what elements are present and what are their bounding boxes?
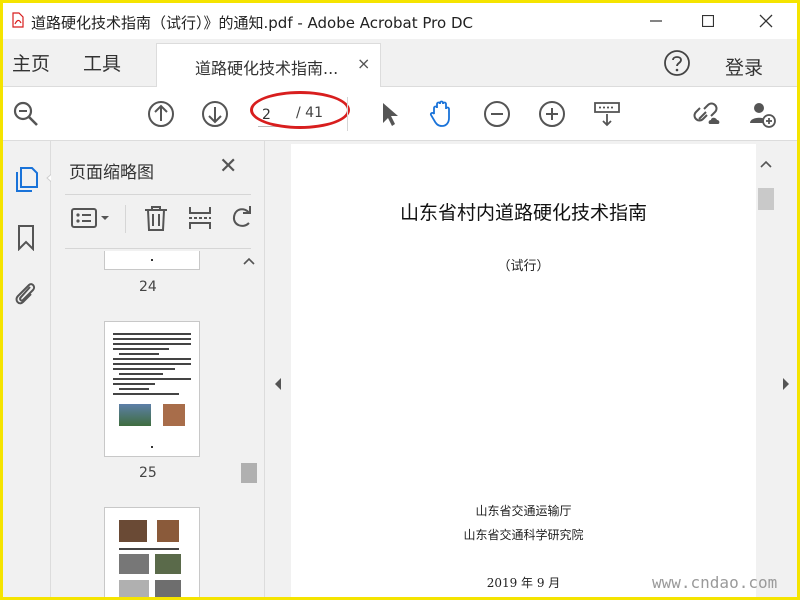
trash-icon[interactable] [141,203,171,233]
collapse-left-icon[interactable] [273,377,283,391]
help-icon[interactable] [663,49,691,77]
search-icon[interactable] [11,99,41,129]
close-window-button[interactable] [743,3,789,39]
maximize-button[interactable] [685,3,731,39]
document-tab-close-icon[interactable]: × [357,54,370,73]
collapse-right-icon[interactable] [781,377,791,391]
thumbnail-page-25[interactable] [104,321,200,457]
rotate-icon[interactable] [227,203,257,233]
watermark-text: www.cndao.com [652,573,778,592]
maximize-icon [702,15,714,27]
document-scrollbar[interactable] [756,144,776,597]
minimize-button[interactable] [633,3,679,39]
toolbar-divider [347,97,348,131]
toolbar: / 41 [3,87,797,141]
zoom-out-icon[interactable] [482,99,512,129]
tool-divider [125,205,126,233]
menu-home[interactable]: 主页 [12,49,50,76]
thumbnail-label-24: 24 [139,279,157,295]
keyboard-fit-icon[interactable] [592,99,622,129]
pdf-page: 山东省村内道路硬化技术指南 （试行） 山东省交通运输厅 山东省交通科学研究院 2… [291,144,756,597]
acrobat-icon [12,12,24,28]
select-pointer-icon[interactable] [374,99,404,129]
thumbnail-page-24[interactable] [104,251,200,270]
document-tab[interactable]: 道路硬化技术指南... × [156,43,381,87]
document-viewer: 山东省村内道路硬化技术指南 （试行） 山东省交通运输厅 山东省交通科学研究院 2… [265,141,797,597]
document-tab-label: 道路硬化技术指南... [195,59,339,78]
title-bar: 道路硬化技术指南（试行）》的通知.pdf - Adobe Acrobat Pro… [3,3,797,39]
thumbnail-scroll-thumb[interactable] [241,463,257,483]
window-title: 道路硬化技术指南（试行）》的通知.pdf - Adobe Acrobat Pro… [31,14,473,32]
menu-row: 主页 工具 道路硬化技术指南... × 登录 [3,39,797,87]
page-up-icon[interactable] [146,99,176,129]
panel-close-icon[interactable]: ✕ [219,154,237,179]
doc-scroll-up-icon[interactable] [760,160,772,168]
zoom-in-icon[interactable] [537,99,567,129]
thumbnail-scrollbar[interactable] [239,251,259,597]
panel-divider-bottom [65,248,251,249]
hand-tool-icon[interactable] [427,99,457,129]
attachment-icon[interactable] [12,279,40,307]
document-org-2: 山东省交通科学研究院 [463,528,584,542]
bookmark-icon[interactable] [12,223,40,251]
share-link-icon[interactable] [693,99,723,129]
panel-divider-top [65,194,251,195]
add-user-icon[interactable] [747,99,777,129]
close-icon [759,14,773,28]
insert-page-icon[interactable] [185,203,215,233]
page-down-icon[interactable] [200,99,230,129]
document-scroll-thumb[interactable] [758,188,774,210]
document-org-1: 山东省交通运输厅 [475,504,572,518]
document-subtitle: （试行） [497,259,550,274]
app-window: 道路硬化技术指南（试行）》的通知.pdf - Adobe Acrobat Pro… [0,0,800,600]
thumbnails-panel: 页面缩略图 ✕ 24 25 [51,141,265,597]
document-title: 山东省村内道路硬化技术指南 [399,202,647,224]
thumbnail-list: 24 25 [51,251,239,597]
scroll-up-icon[interactable] [243,257,255,265]
menu-tools[interactable]: 工具 [83,49,121,76]
login-button[interactable]: 登录 [725,53,763,80]
thumbnail-label-25: 25 [139,465,157,481]
thumbnail-page-26[interactable] [104,507,200,597]
navigation-rail [3,141,55,597]
options-menu-icon[interactable] [69,203,113,233]
page-thumbnails-icon[interactable] [12,165,40,193]
highlight-annotation-oval [250,91,350,129]
minimize-icon [650,20,662,22]
panel-title: 页面缩略图 [69,163,154,183]
